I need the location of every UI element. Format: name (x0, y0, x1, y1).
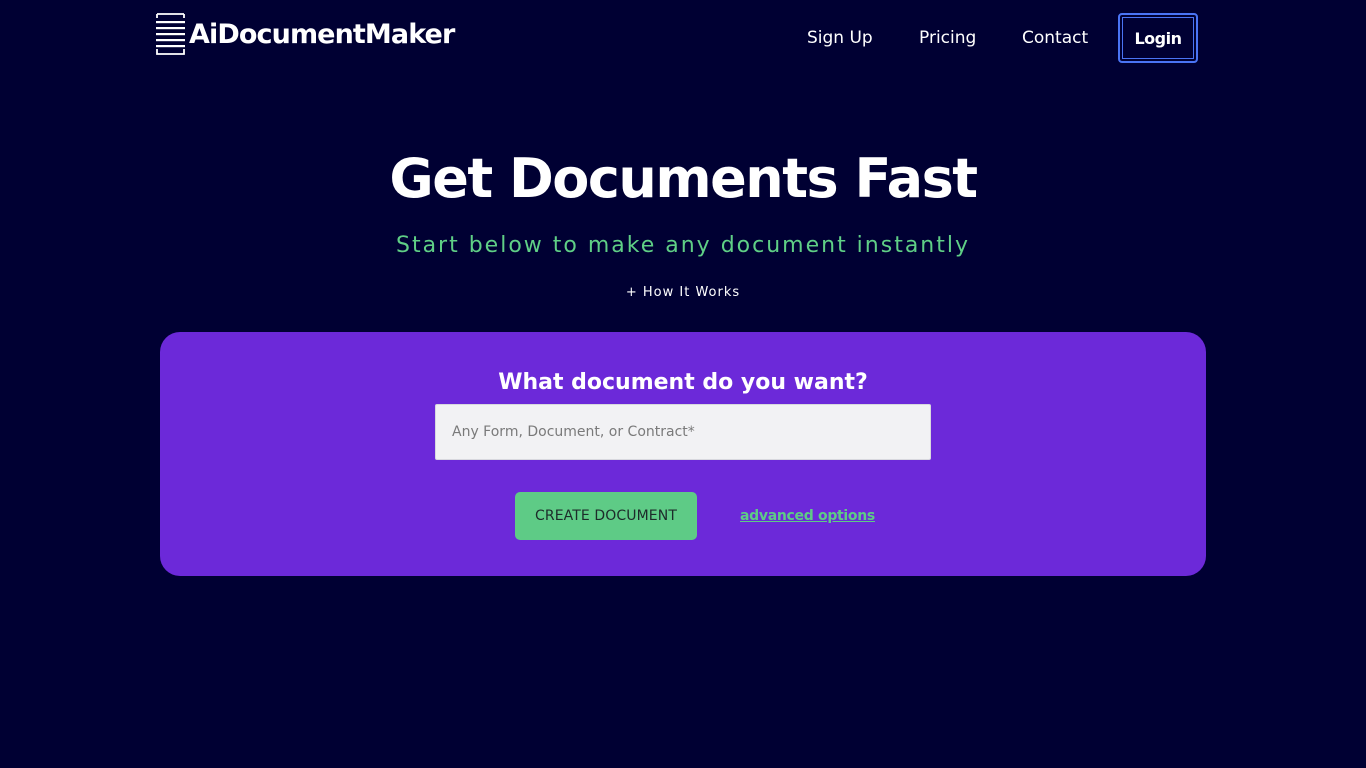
site-header: AiDocumentMaker Sign Up Pricing Contact … (0, 0, 1366, 76)
main-nav: Sign Up Pricing Contact Login (0, 0, 1366, 76)
how-it-works-toggle[interactable]: + How It Works (0, 284, 1366, 302)
login-button[interactable]: Login (1118, 13, 1198, 63)
advanced-options-link[interactable]: advanced options (740, 507, 875, 525)
page: AiDocumentMaker Sign Up Pricing Contact … (0, 0, 1366, 768)
hero-title: Get Documents Fast (389, 147, 978, 210)
plus-icon: + (625, 285, 638, 300)
nav-pricing[interactable]: Pricing (919, 27, 976, 49)
nav-contact[interactable]: Contact (1022, 27, 1088, 49)
document-search-input[interactable] (435, 404, 931, 460)
document-request-card: What document do you want? CREATE DOCUME… (160, 332, 1206, 576)
create-document-button[interactable]: CREATE DOCUMENT (515, 492, 697, 540)
document-question: What document do you want? (498, 370, 868, 395)
nav-sign-up[interactable]: Sign Up (807, 27, 873, 49)
how-it-works-label: How It Works (642, 285, 741, 300)
hero-subtitle: Start below to make any document instant… (395, 233, 971, 258)
